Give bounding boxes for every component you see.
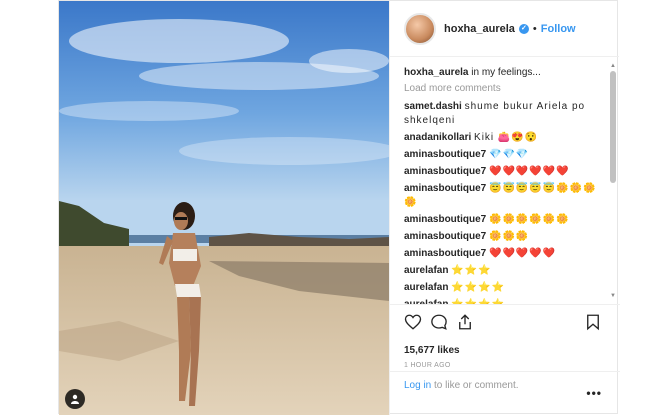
separator-dot: •: [532, 22, 537, 35]
comment-text: 💎💎💎: [489, 149, 530, 160]
login-footer: Log in to like or comment. •••: [390, 371, 620, 415]
action-icons: [404, 313, 606, 333]
comment-username[interactable]: aurelafan: [404, 282, 448, 293]
more-icon[interactable]: •••: [586, 386, 602, 400]
likes-count[interactable]: 15,677 likes: [404, 345, 606, 356]
comment-username[interactable]: aurelafan: [404, 265, 448, 276]
comment-username[interactable]: aminasboutique7: [404, 183, 486, 194]
bookmark-icon[interactable]: [584, 313, 602, 331]
person-tag-button[interactable]: [65, 389, 85, 409]
comment-text: ❤️❤️❤️❤️❤️❤️: [489, 166, 570, 177]
comment-text: 🌼🌼🌼: [489, 231, 530, 242]
comment-row: samet.dashi shume bukur Ariela po shkelq…: [404, 100, 604, 128]
comment-icon[interactable]: [430, 313, 448, 331]
scroll-thumb[interactable]: [610, 71, 616, 183]
scroll-down-arrow[interactable]: ▼: [610, 293, 616, 299]
comment-username[interactable]: aminasboutique7: [404, 248, 486, 259]
comment-row: aminasboutique7 😇😇😇😇😇🌼🌼🌼🌼: [404, 182, 604, 210]
verified-icon: ✓: [518, 23, 529, 34]
heart-icon[interactable]: [404, 313, 422, 331]
header-username[interactable]: hoxha_aurela: [444, 23, 515, 35]
comment-text: 🌼🌼🌼🌼🌼🌼: [489, 214, 570, 225]
load-more-comments-link[interactable]: Load more comments: [404, 83, 610, 94]
login-link[interactable]: Log in: [404, 380, 431, 391]
avatar[interactable]: [404, 12, 436, 45]
comment-username[interactable]: anadanikollari: [404, 132, 471, 143]
comments-list[interactable]: hoxha_aurela in my feelings... Load more…: [390, 58, 620, 304]
comments-scrollbar[interactable]: ▲ ▼: [610, 63, 616, 299]
comment-row: aminasboutique7 💎💎💎: [404, 148, 604, 162]
beach-photo: [59, 1, 389, 415]
comment-username[interactable]: aminasboutique7: [404, 166, 486, 177]
caption: hoxha_aurela in my feelings...: [404, 66, 604, 80]
caption-text: in my feelings...: [471, 67, 541, 78]
comment-row: aurelafan ⭐⭐⭐⭐: [404, 281, 604, 295]
post-timestamp: 1 HOUR AGO: [404, 362, 451, 369]
comment-text: ⭐⭐⭐⭐: [451, 282, 506, 293]
follow-button[interactable]: Follow: [541, 23, 576, 35]
person-tag-icon: [71, 394, 79, 404]
share-icon[interactable]: [456, 313, 474, 331]
comment-row: aminasboutique7 🌼🌼🌼: [404, 230, 604, 244]
comment-row: aurelafan ⭐⭐⭐: [404, 264, 604, 278]
comment-username[interactable]: aminasboutique7: [404, 214, 486, 225]
comment-username[interactable]: samet.dashi: [404, 101, 462, 112]
comment-row: aminasboutique7 ❤️❤️❤️❤️❤️❤️: [404, 165, 604, 179]
side-panel: hoxha_aurela ✓ • Follow hoxha_aurela in …: [389, 1, 620, 415]
login-prompt-text: to like or comment.: [431, 380, 519, 391]
caption-username[interactable]: hoxha_aurela: [404, 67, 468, 78]
comment-text: Kiki 👛😍😯: [474, 132, 539, 143]
comment-username[interactable]: aminasboutique7: [404, 149, 486, 160]
scroll-up-arrow[interactable]: ▲: [610, 63, 616, 69]
post-header: hoxha_aurela ✓ • Follow: [390, 1, 619, 57]
comment-row: aminasboutique7 🌼🌼🌼🌼🌼🌼: [404, 213, 604, 227]
post-frame: hoxha_aurela ✓ • Follow hoxha_aurela in …: [58, 0, 620, 415]
comment-text: ❤️❤️❤️❤️❤️: [489, 248, 557, 259]
comment-row: aminasboutique7 ❤️❤️❤️❤️❤️: [404, 247, 604, 261]
comment-text: ⭐⭐⭐: [451, 265, 492, 276]
comment-row: anadanikollari Kiki 👛😍😯: [404, 131, 604, 145]
post-photo[interactable]: [59, 1, 389, 415]
post-actions: 15,677 likes 1 HOUR AGO: [390, 304, 620, 369]
comment-username[interactable]: aminasboutique7: [404, 231, 486, 242]
